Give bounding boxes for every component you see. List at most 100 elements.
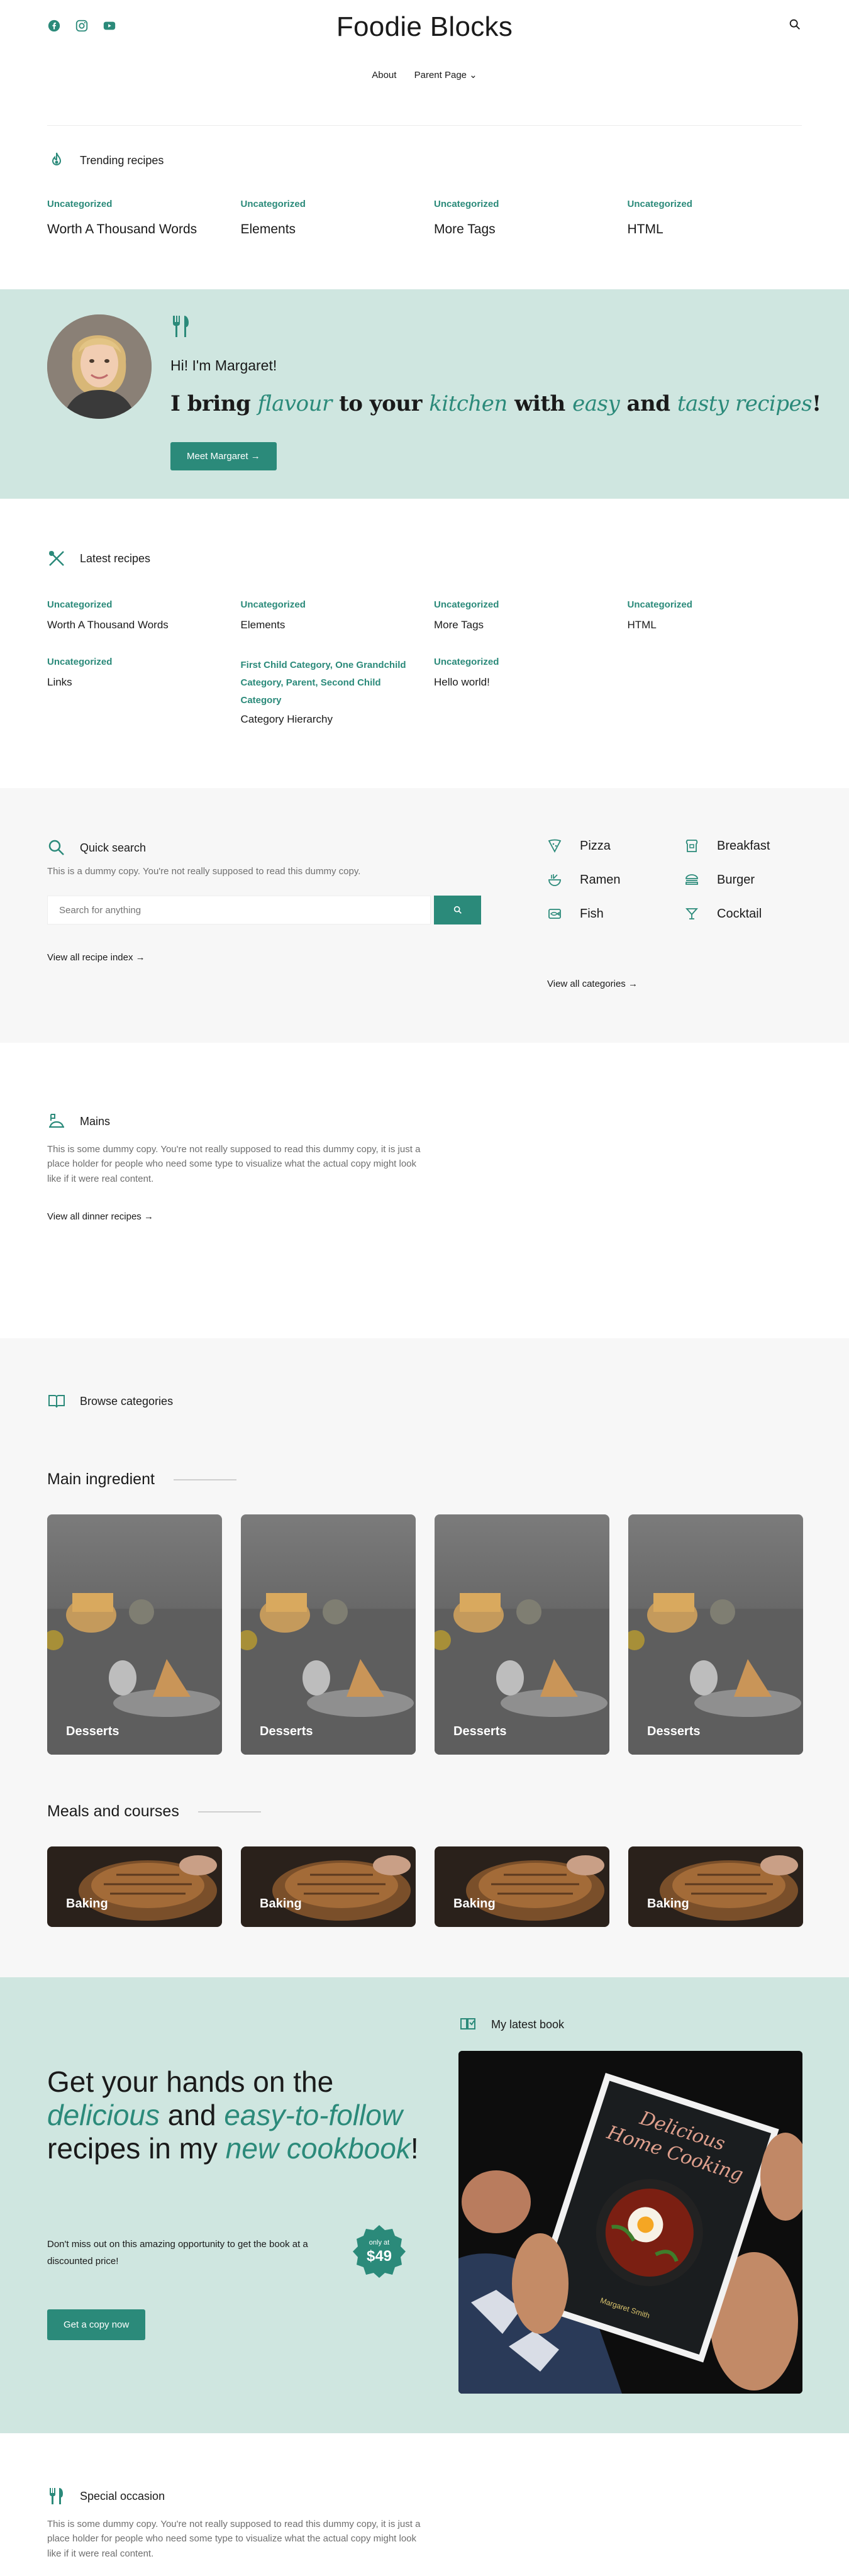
- book-promo-section: Get your hands on the delicious and easy…: [0, 1977, 849, 2433]
- cocktail-icon: [685, 908, 699, 919]
- view-categories-link[interactable]: View all categories →: [547, 979, 638, 989]
- tagline-part: with: [507, 391, 573, 416]
- category-burger[interactable]: Burger: [684, 872, 810, 887]
- post-title[interactable]: HTML: [628, 619, 802, 631]
- post-category[interactable]: Uncategorized: [241, 199, 416, 209]
- flame-icon: [52, 152, 62, 165]
- category-fish[interactable]: Fish: [547, 906, 684, 921]
- cutlery-icon: [50, 2488, 63, 2504]
- category-breakfast[interactable]: Breakfast: [684, 838, 810, 853]
- tagline-highlight: flavour: [257, 391, 333, 416]
- category-ramen[interactable]: Ramen: [547, 872, 684, 887]
- main-ingredient-cards: Desserts Desserts Desserts Desserts: [47, 1514, 803, 1755]
- browse-title: Browse categories: [80, 1394, 174, 1407]
- category-card-baking[interactable]: Baking: [628, 1846, 803, 1927]
- post-title[interactable]: Worth A Thousand Words: [47, 222, 222, 237]
- view-recipe-index-link[interactable]: View all recipe index →: [47, 952, 481, 963]
- search-form: [47, 896, 481, 924]
- search-icon[interactable]: [788, 18, 802, 31]
- post-title[interactable]: HTML: [628, 222, 802, 237]
- get-a-copy-button[interactable]: Get a copy now: [47, 2309, 146, 2340]
- post-category[interactable]: Uncategorized: [241, 599, 416, 610]
- post-category[interactable]: Uncategorized: [47, 657, 222, 667]
- post-title[interactable]: More Tags: [434, 222, 609, 237]
- post-title[interactable]: More Tags: [434, 619, 609, 631]
- fish-icon: [548, 909, 561, 919]
- post-title[interactable]: Elements: [241, 222, 416, 237]
- latest-book-title: My latest book: [491, 2018, 565, 2031]
- post-category[interactable]: Uncategorized: [434, 599, 609, 610]
- search-button[interactable]: [434, 896, 481, 924]
- post-category[interactable]: Uncategorized: [434, 657, 609, 667]
- latest-post: Uncategorized Hello world!: [434, 657, 609, 726]
- nav-item-parent-page[interactable]: Parent Page ⌄: [414, 70, 477, 80]
- heading-part: recipes in my: [47, 2131, 226, 2165]
- category-label: Breakfast: [717, 838, 770, 853]
- post-title[interactable]: Links: [47, 676, 222, 689]
- card-label: Desserts: [453, 1724, 507, 1738]
- post-category[interactable]: First Child Category, One Grandchild Cat…: [241, 657, 416, 709]
- dessert-image: [241, 1514, 416, 1755]
- post-category[interactable]: Uncategorized: [628, 599, 802, 610]
- search-icon: [453, 906, 462, 914]
- post-title[interactable]: Worth A Thousand Words: [47, 619, 222, 631]
- special-occasion: Special occasion This is some dummy copy…: [47, 2487, 425, 2561]
- book-image: Delicious Home Cooking Margaret Smith: [458, 2051, 802, 2394]
- baking-image: [435, 1846, 609, 1927]
- cookbook-photo: Delicious Home Cooking Margaret Smith: [458, 2051, 802, 2394]
- post-category[interactable]: Uncategorized: [434, 199, 609, 209]
- mains-section: Mains This is some dummy copy. You're no…: [0, 1043, 849, 1338]
- post-title[interactable]: Category Hierarchy: [241, 713, 416, 726]
- quick-search-heading: Quick search: [47, 838, 481, 857]
- card-label: Desserts: [66, 1724, 119, 1738]
- nav-item-about[interactable]: About: [372, 70, 396, 80]
- category-card-baking[interactable]: Baking: [435, 1846, 609, 1927]
- group-title: Meals and courses: [47, 1802, 179, 1820]
- card-label: Baking: [647, 1897, 689, 1911]
- card-label: Baking: [453, 1897, 496, 1911]
- trending-title: Trending recipes: [80, 153, 164, 167]
- category-label: Pizza: [580, 838, 611, 853]
- category-card-desserts[interactable]: Desserts: [628, 1514, 803, 1755]
- baking-image: [241, 1846, 416, 1927]
- category-links: Pizza Breakfast Ramen Burger Fish Cockta…: [547, 838, 811, 921]
- meals-heading: Meals and courses: [47, 1802, 261, 1821]
- heading-part: Get your hands on the: [47, 2065, 334, 2098]
- quick-search-section: Quick search This is a dummy copy. You'r…: [0, 788, 849, 1043]
- main-nav: About Parent Page ⌄: [47, 69, 802, 80]
- meet-margaret-button[interactable]: Meet Margaret →: [170, 442, 277, 470]
- main-ingredient-heading: Main ingredient: [47, 1470, 236, 1489]
- category-card-desserts[interactable]: Desserts: [241, 1514, 416, 1755]
- category-label: Ramen: [580, 872, 621, 887]
- card-label: Baking: [260, 1897, 302, 1911]
- latest-post: Uncategorized HTML: [628, 599, 802, 631]
- dessert-image: [628, 1514, 803, 1755]
- special-description: This is some dummy copy. You're not real…: [47, 2519, 421, 2559]
- book-icon: [460, 2018, 475, 2029]
- tagline-part: and: [619, 391, 677, 416]
- card-label: Baking: [66, 1897, 108, 1911]
- category-label: Cocktail: [717, 906, 762, 921]
- tagline-part: I bring: [170, 391, 258, 416]
- latest-section: Latest recipes Uncategorized Worth A Thou…: [47, 499, 802, 788]
- post-title[interactable]: Hello world!: [434, 676, 609, 689]
- category-card-baking[interactable]: Baking: [47, 1846, 222, 1927]
- view-dinner-recipes-link[interactable]: View all dinner recipes →: [47, 1211, 425, 1222]
- post-category[interactable]: Uncategorized: [47, 199, 222, 209]
- post-title[interactable]: Elements: [241, 619, 416, 631]
- site-title[interactable]: Foodie Blocks: [47, 11, 802, 43]
- quick-search: Quick search This is a dummy copy. You'r…: [47, 838, 481, 963]
- category-card-desserts[interactable]: Desserts: [47, 1514, 222, 1755]
- tagline-part: !: [812, 391, 821, 416]
- category-pizza[interactable]: Pizza: [547, 838, 684, 853]
- post-category[interactable]: Uncategorized: [47, 599, 222, 610]
- price-badge: only at $49: [352, 2224, 407, 2279]
- post-category[interactable]: Uncategorized: [628, 199, 802, 209]
- category-card-desserts[interactable]: Desserts: [435, 1514, 609, 1755]
- latest-book-heading: My latest book: [458, 2015, 564, 2034]
- quick-search-description: This is a dummy copy. You're not really …: [47, 866, 361, 877]
- search-input[interactable]: [47, 896, 431, 924]
- category-card-baking[interactable]: Baking: [241, 1846, 416, 1927]
- hero-tagline: I bring flavour to your kitchen with eas…: [170, 391, 821, 416]
- category-cocktail[interactable]: Cocktail: [684, 906, 810, 921]
